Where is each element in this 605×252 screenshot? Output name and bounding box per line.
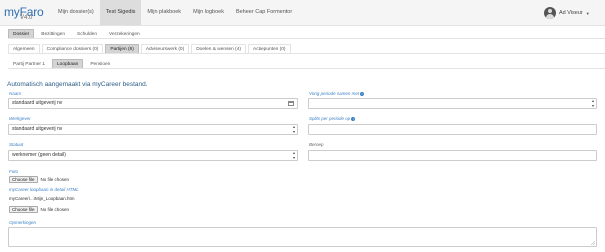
tab-partij-partner-1[interactable]: Partij Partner 1 [8,59,50,68]
top-navbar: myFaro V4.0 Mijn dossier(s) Test Sigedis… [0,0,605,26]
nav-item-test-sigedis[interactable]: Test Sigedis [99,0,142,25]
werkgever-label: Werkgever [9,116,31,121]
avatar-icon [544,7,556,19]
foto-label: Foto [9,169,19,174]
info-icon[interactable]: i [351,116,356,121]
tab-algemeen[interactable]: Algemeen [8,44,40,53]
no-file-text: No file chosen [40,207,70,212]
select-arrows-icon: ▴ ▾ [292,124,295,134]
choose-file-button[interactable]: Choose file [9,176,38,183]
nav-item-beheer-cap-formentor[interactable]: Beheer Cap Formentor [230,0,298,25]
werkgever-value: standaard uitgeverij nv [12,126,63,132]
vorig-periode-text: Vorig periode samen met [309,91,360,96]
info-icon[interactable]: i [360,91,365,96]
nav-item-mijn-logboek[interactable]: Mijn logboek [187,0,230,25]
section-title: Automatisch aangemaakt via myCareer best… [7,81,148,88]
primary-tabs: Dossier Bezittingen Schulden Verzekering… [8,29,605,38]
select-arrows-icon: ▴ ▾ [591,98,594,108]
html-label: myCareer loopbaan in detail HTML [9,187,79,192]
nav-item-mijn-plakboek[interactable]: Mijn plakboek [141,0,187,25]
tab-schulden[interactable]: Schulden [72,29,103,38]
statuut-label: Statuut [9,142,24,147]
divider [8,53,605,54]
naam-field[interactable]: standaard uitgeverij nv [8,98,298,109]
no-file-text: No file chosen [40,177,70,182]
secondary-tabs: Algemeen Compliance dossiers (0) Partije… [8,44,605,53]
caret-down-icon: ▼ [585,10,590,16]
tab-compliance-dossiers[interactable]: Compliance dossiers (0) [41,44,104,53]
main-nav: Mijn dossier(s) Test Sigedis Mijn plakbo… [52,0,298,25]
tab-pensioen[interactable]: Pensioen [85,59,116,68]
divider [8,68,605,69]
choose-file-button[interactable]: Choose file [9,206,38,213]
tab-doelen-wensen[interactable]: Doelen & wensen (4) [191,44,246,53]
vorig-periode-select[interactable]: ▴ ▾ [308,98,597,109]
statuut-value: werknemer (geen detail) [12,152,66,158]
beroep-field[interactable] [308,150,597,161]
resize-grip-icon[interactable] [591,241,595,245]
opmerkingen-textarea[interactable] [8,227,597,247]
tab-verzekeringen[interactable]: Verzekeringen [104,29,145,38]
splits-label: Splits per periode op i [309,116,356,121]
splits-text: Splits per periode op [309,116,351,121]
tab-partijen[interactable]: Partijen (8) [105,44,139,53]
tab-dossier[interactable]: Dossier [8,29,35,38]
beroep-label: Beroep [309,142,324,147]
tab-actiepunten[interactable]: Actiepunten (0) [248,44,291,53]
nav-item-mijn-dossiers[interactable]: Mijn dossier(s) [52,0,100,25]
naam-value: standaard uitgeverij nv [12,100,63,106]
tab-loopbaan[interactable]: Loopbaan [52,59,84,68]
app-version: V4.0 [20,15,33,21]
calendar-icon[interactable] [288,101,294,106]
werkgever-select[interactable]: standaard uitgeverij nv ▴ ▾ [8,124,298,135]
tab-adviseurswerk[interactable]: Adviseurswerk (0) [140,44,190,53]
vorig-periode-label: Vorig periode samen met i [309,91,365,96]
html-path: myCareer\...\Mijn_Loopbaan.htm [9,196,75,201]
tab-bezittingen[interactable]: Bezittingen [36,29,70,38]
user-menu[interactable]: Ad Viseur ▼ [544,6,590,20]
html-file-input[interactable]: Choose file No file chosen [9,206,69,213]
myfaro-logo[interactable]: myFaro V4.0 [4,3,44,23]
foto-file-input[interactable]: Choose file No file chosen [9,176,69,183]
opmerkingen-label: Opmerkingen [9,220,37,225]
statuut-select[interactable]: werknemer (geen detail) ▴ ▾ [8,150,298,161]
select-arrows-icon: ▴ ▾ [292,150,295,160]
divider [8,38,605,39]
tertiary-tabs: Partij Partner 1 Loopbaan Pensioen [8,59,605,68]
naam-label: Naam [9,91,22,96]
splits-field[interactable] [308,124,597,135]
user-name: Ad Viseur [559,10,583,16]
